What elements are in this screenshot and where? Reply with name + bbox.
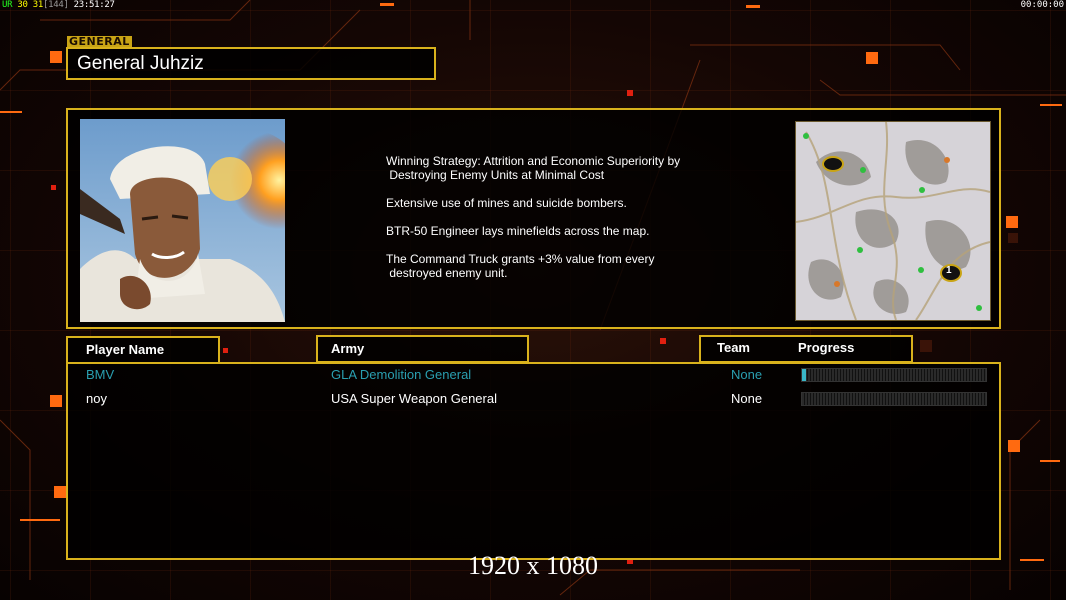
hud-stat-part: 23:51:27 [68, 0, 115, 10]
column-header-player-name: Player Name [66, 336, 220, 364]
general-info-panel: Winning Strategy: Attrition and Economic… [66, 108, 1001, 329]
player-name-header-label: Player Name [86, 342, 165, 357]
player-row: BMV GLA Demolition General None [68, 365, 999, 385]
general-name: General Juhziz [77, 53, 204, 74]
general-title-box: General Juhziz [66, 47, 436, 80]
player-progress-fill [802, 369, 806, 381]
army-header-label: Army [331, 341, 365, 356]
resolution-label: 1920 x 1080 [468, 551, 598, 580]
player-army: GLA Demolition General [331, 367, 472, 382]
strategy-paragraph: Extensive use of mines and suicide bombe… [386, 196, 627, 210]
player-team: None [731, 367, 763, 382]
player-progress-bar [801, 392, 987, 406]
column-header-team-progress: Team Progress [699, 335, 913, 363]
strategy-paragraph: The Command Truck grants +3% value from … [386, 252, 655, 280]
hud-stats: UR 30 31[144] 23:51:27 [2, 0, 115, 10]
hud-stat-part: 31 [27, 0, 44, 10]
player-name: noy [86, 391, 107, 406]
strategy-paragraph: BTR-50 Engineer lays minefields across t… [386, 224, 650, 238]
hud-timer: 00:00:00 [1020, 0, 1064, 10]
general-portrait [80, 119, 285, 322]
player-army: USA Super Weapon General [331, 391, 497, 406]
strategy-paragraph: Winning Strategy: Attrition and Economic… [386, 154, 681, 182]
hud-stat-part: 30 [12, 0, 28, 10]
player-team: None [731, 391, 763, 406]
player-name: BMV [86, 367, 115, 382]
player-row: noy USA Super Weapon General None [68, 389, 999, 409]
player-progress-bar [801, 368, 987, 382]
progress-header-label: Progress [798, 340, 855, 355]
map-preview[interactable]: 1 [795, 121, 991, 321]
hud-stat-part: [144] [42, 0, 69, 10]
strategy-description: Winning Strategy: Attrition and Economic… [386, 154, 726, 294]
general-section-tag: GENERAL [67, 35, 132, 48]
player-list: BMV GLA Demolition General None noy USA … [66, 362, 1001, 560]
column-header-army: Army [316, 335, 529, 363]
start-position-marker: 1 [946, 265, 952, 276]
hud-stat-part: UR [2, 0, 13, 10]
team-header-label: Team [717, 340, 750, 355]
